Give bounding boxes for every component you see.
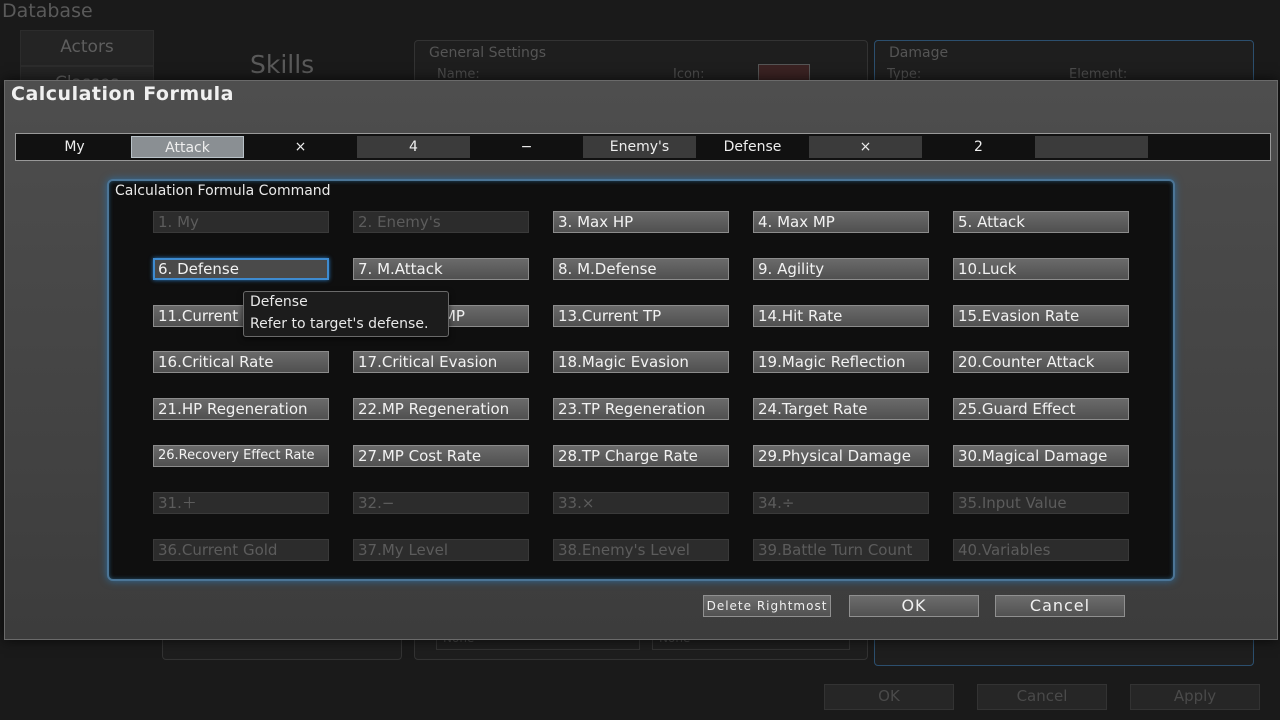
- command-button[interactable]: 7. M.Attack: [353, 258, 529, 280]
- tooltip: Defense Refer to target's defense.: [243, 291, 449, 337]
- formula-token[interactable]: My: [18, 136, 131, 158]
- command-button[interactable]: 28.TP Charge Rate: [553, 445, 729, 467]
- command-panel: Calculation Formula Command 1. My 2. Enem…: [107, 179, 1175, 581]
- calculation-formula-dialog: Calculation Formula My Attack × 4− Enemy's De…: [4, 80, 1278, 640]
- command-button[interactable]: 29.Physical Damage: [753, 445, 929, 467]
- formula-token[interactable]: 2: [922, 136, 1035, 158]
- formula-token[interactable]: Enemy's: [583, 136, 696, 158]
- bg-apply-button[interactable]: Apply: [1130, 684, 1260, 710]
- bg-cancel-button[interactable]: Cancel: [977, 684, 1107, 710]
- nav-item-label: Actors: [60, 37, 114, 57]
- nav-item-actors[interactable]: Actors: [20, 30, 154, 66]
- command-button[interactable]: 15.Evasion Rate: [953, 305, 1129, 327]
- damage-label: Damage: [889, 45, 949, 61]
- command-button[interactable]: 32.−: [353, 492, 529, 514]
- delete-rightmost-button[interactable]: Delete Rightmost: [703, 595, 831, 617]
- command-button[interactable]: 16.Critical Rate: [153, 351, 329, 373]
- command-button[interactable]: 24.Target Rate: [753, 398, 929, 420]
- command-button[interactable]: 37.My Level: [353, 539, 529, 561]
- command-button[interactable]: 3. Max HP: [553, 211, 729, 233]
- command-button[interactable]: 33.×: [553, 492, 729, 514]
- ok-button[interactable]: OK: [849, 595, 979, 617]
- command-button[interactable]: 39.Battle Turn Count: [753, 539, 929, 561]
- database-title: Database: [2, 0, 93, 22]
- command-button[interactable]: 36.Current Gold: [153, 539, 329, 561]
- command-button[interactable]: 38.Enemy's Level: [553, 539, 729, 561]
- cancel-button[interactable]: Cancel: [995, 595, 1125, 617]
- command-button[interactable]: 17.Critical Evasion: [353, 351, 529, 373]
- command-button[interactable]: 20.Counter Attack: [953, 351, 1129, 373]
- command-button[interactable]: 25.Guard Effect: [953, 398, 1129, 420]
- command-button[interactable]: 4. Max MP: [753, 211, 929, 233]
- formula-token[interactable]: ×: [244, 136, 357, 158]
- formula-token[interactable]: ×: [809, 136, 922, 158]
- command-button[interactable]: 31.＋: [153, 492, 329, 514]
- command-button[interactable]: 5. Attack: [953, 211, 1129, 233]
- formula-token[interactable]: −: [470, 136, 583, 158]
- formula-token[interactable]: Attack: [131, 136, 244, 158]
- command-button[interactable]: 14.Hit Rate: [753, 305, 929, 327]
- general-settings-label: General Settings: [429, 45, 547, 61]
- command-panel-title: Calculation Formula Command: [115, 183, 331, 199]
- tooltip-text: Refer to target's defense.: [250, 316, 429, 332]
- formula-token[interactable]: [1035, 136, 1148, 158]
- command-button[interactable]: 18.Magic Evasion: [553, 351, 729, 373]
- tooltip-title: Defense: [250, 294, 308, 310]
- bg-ok-button[interactable]: OK: [824, 684, 954, 710]
- formula-token[interactable]: [1148, 136, 1261, 158]
- command-button[interactable]: 19.Magic Reflection: [753, 351, 929, 373]
- command-button[interactable]: 8. M.Defense: [553, 258, 729, 280]
- dialog-title: Calculation Formula: [11, 83, 234, 105]
- command-button[interactable]: 34.÷: [753, 492, 929, 514]
- command-button[interactable]: 21.HP Regeneration: [153, 398, 329, 420]
- command-button[interactable]: 1. My: [153, 211, 329, 233]
- command-button[interactable]: 10.Luck: [953, 258, 1129, 280]
- command-button[interactable]: 13.Current TP: [553, 305, 729, 327]
- formula-token[interactable]: 4: [357, 136, 470, 158]
- command-button[interactable]: 2. Enemy's: [353, 211, 529, 233]
- command-button[interactable]: 35.Input Value: [953, 492, 1129, 514]
- command-button[interactable]: 23.TP Regeneration: [553, 398, 729, 420]
- command-button[interactable]: 26.Recovery Effect Rate: [153, 445, 329, 467]
- formula-bar: My Attack × 4− Enemy's Defense × 2: [15, 133, 1271, 161]
- section-title: Skills: [250, 50, 315, 79]
- command-button[interactable]: 9. Agility: [753, 258, 929, 280]
- formula-token[interactable]: Defense: [696, 136, 809, 158]
- command-button[interactable]: 40.Variables: [953, 539, 1129, 561]
- command-button[interactable]: 27.MP Cost Rate: [353, 445, 529, 467]
- command-button[interactable]: 6. Defense: [153, 258, 329, 280]
- command-button[interactable]: 30.Magical Damage: [953, 445, 1129, 467]
- command-button[interactable]: 22.MP Regeneration: [353, 398, 529, 420]
